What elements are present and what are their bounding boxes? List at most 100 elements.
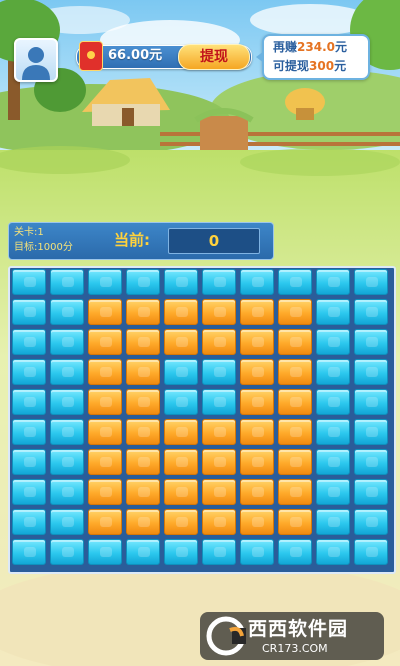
blue-block[interactable] — [202, 539, 236, 565]
orange-block[interactable] — [88, 389, 122, 415]
blue-block[interactable] — [50, 539, 84, 565]
blue-block[interactable] — [316, 419, 350, 445]
blue-block[interactable] — [126, 269, 160, 295]
orange-block[interactable] — [88, 479, 122, 505]
orange-block[interactable] — [240, 449, 274, 475]
blue-block[interactable] — [164, 269, 198, 295]
orange-block[interactable] — [164, 509, 198, 535]
blue-block[interactable] — [50, 509, 84, 535]
blue-block[interactable] — [164, 539, 198, 565]
blue-block[interactable] — [12, 299, 46, 325]
blue-block[interactable] — [202, 269, 236, 295]
blue-block[interactable] — [50, 299, 84, 325]
blue-block[interactable] — [316, 269, 350, 295]
orange-block[interactable] — [202, 479, 236, 505]
blue-block[interactable] — [12, 359, 46, 385]
blue-block[interactable] — [12, 509, 46, 535]
blue-block[interactable] — [316, 449, 350, 475]
orange-block[interactable] — [240, 359, 274, 385]
orange-block[interactable] — [164, 419, 198, 445]
orange-block[interactable] — [88, 329, 122, 355]
withdraw-button[interactable]: 提现 — [178, 44, 250, 70]
blue-block[interactable] — [316, 389, 350, 415]
orange-block[interactable] — [88, 509, 122, 535]
orange-block[interactable] — [126, 449, 160, 475]
blue-block[interactable] — [50, 269, 84, 295]
blue-block[interactable] — [316, 359, 350, 385]
blue-block[interactable] — [50, 449, 84, 475]
blue-block[interactable] — [316, 479, 350, 505]
orange-block[interactable] — [126, 329, 160, 355]
orange-block[interactable] — [278, 389, 312, 415]
orange-block[interactable] — [278, 419, 312, 445]
orange-block[interactable] — [278, 359, 312, 385]
orange-block[interactable] — [240, 479, 274, 505]
orange-block[interactable] — [278, 449, 312, 475]
orange-block[interactable] — [88, 299, 122, 325]
blue-block[interactable] — [354, 539, 388, 565]
orange-block[interactable] — [164, 299, 198, 325]
blue-block[interactable] — [50, 479, 84, 505]
orange-block[interactable] — [126, 479, 160, 505]
orange-block[interactable] — [278, 329, 312, 355]
blue-block[interactable] — [12, 539, 46, 565]
blue-block[interactable] — [354, 509, 388, 535]
orange-block[interactable] — [240, 299, 274, 325]
orange-block[interactable] — [202, 299, 236, 325]
blue-block[interactable] — [240, 539, 274, 565]
orange-block[interactable] — [164, 479, 198, 505]
blue-block[interactable] — [88, 269, 122, 295]
blue-block[interactable] — [12, 329, 46, 355]
blue-block[interactable] — [88, 539, 122, 565]
blue-block[interactable] — [50, 419, 84, 445]
blue-block[interactable] — [316, 509, 350, 535]
orange-block[interactable] — [126, 389, 160, 415]
blue-block[interactable] — [354, 299, 388, 325]
orange-block[interactable] — [278, 299, 312, 325]
orange-block[interactable] — [240, 509, 274, 535]
orange-block[interactable] — [126, 359, 160, 385]
orange-block[interactable] — [164, 329, 198, 355]
orange-block[interactable] — [240, 419, 274, 445]
orange-block[interactable] — [88, 359, 122, 385]
blue-block[interactable] — [12, 449, 46, 475]
blue-block[interactable] — [316, 299, 350, 325]
blue-block[interactable] — [50, 329, 84, 355]
orange-block[interactable] — [164, 449, 198, 475]
blue-block[interactable] — [354, 269, 388, 295]
orange-block[interactable] — [240, 329, 274, 355]
blue-block[interactable] — [316, 329, 350, 355]
blue-block[interactable] — [126, 539, 160, 565]
blue-block[interactable] — [240, 269, 274, 295]
orange-block[interactable] — [126, 509, 160, 535]
blue-block[interactable] — [202, 359, 236, 385]
orange-block[interactable] — [202, 449, 236, 475]
blue-block[interactable] — [12, 269, 46, 295]
orange-block[interactable] — [278, 479, 312, 505]
blue-block[interactable] — [12, 479, 46, 505]
blue-block[interactable] — [278, 269, 312, 295]
blue-block[interactable] — [12, 389, 46, 415]
orange-block[interactable] — [88, 449, 122, 475]
orange-block[interactable] — [240, 389, 274, 415]
orange-block[interactable] — [88, 419, 122, 445]
blue-block[interactable] — [50, 389, 84, 415]
blue-block[interactable] — [354, 479, 388, 505]
avatar[interactable] — [14, 38, 58, 82]
orange-block[interactable] — [126, 299, 160, 325]
blue-block[interactable] — [164, 359, 198, 385]
blue-block[interactable] — [278, 539, 312, 565]
blue-block[interactable] — [50, 359, 84, 385]
orange-block[interactable] — [278, 509, 312, 535]
blue-block[interactable] — [354, 419, 388, 445]
blue-block[interactable] — [316, 539, 350, 565]
blue-block[interactable] — [202, 389, 236, 415]
blue-block[interactable] — [164, 389, 198, 415]
blue-block[interactable] — [354, 449, 388, 475]
orange-block[interactable] — [202, 329, 236, 355]
blue-block[interactable] — [354, 389, 388, 415]
blue-block[interactable] — [354, 359, 388, 385]
blue-block[interactable] — [12, 419, 46, 445]
orange-block[interactable] — [202, 419, 236, 445]
orange-block[interactable] — [202, 509, 236, 535]
